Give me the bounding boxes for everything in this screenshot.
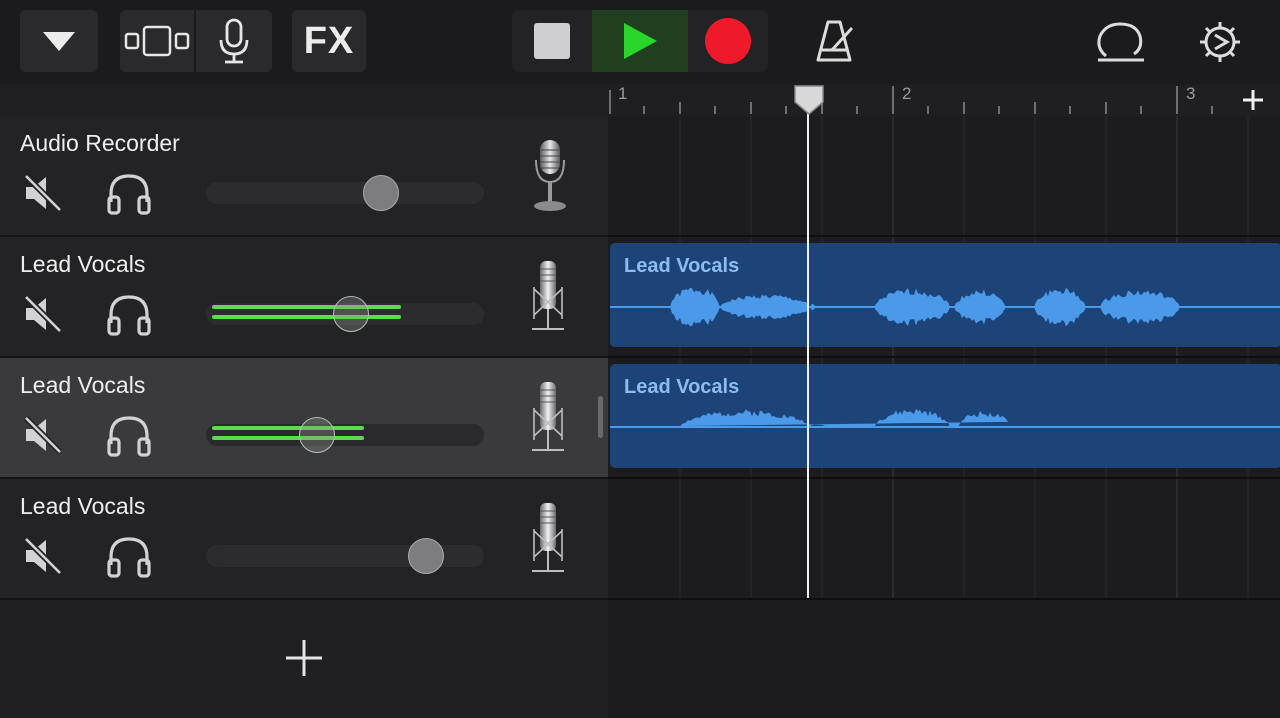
track-name: Lead Vocals — [20, 251, 146, 277]
track-instrument-icon-button[interactable] — [530, 138, 570, 219]
track-header[interactable]: Lead Vocals — [0, 479, 608, 600]
track-name: Lead Vocals — [20, 493, 146, 519]
track-lane[interactable] — [608, 479, 1280, 600]
mute-button[interactable] — [22, 293, 64, 340]
region-label: Lead Vocals — [624, 255, 740, 277]
scroll-handle[interactable] — [598, 396, 603, 438]
level-meter — [212, 436, 364, 440]
add-section-button[interactable] — [1226, 84, 1280, 116]
volume-knob[interactable] — [299, 417, 335, 453]
level-meter — [212, 305, 401, 309]
toolbar: FX — [0, 0, 1280, 84]
condenser-microphone-icon — [532, 503, 564, 572]
view-instrument-group — [120, 10, 272, 72]
audio-region[interactable]: Lead Vocals — [610, 364, 1280, 468]
track-name: Lead Vocals — [20, 372, 146, 398]
track-instrument-icon-button[interactable] — [530, 259, 566, 340]
plus-icon — [286, 640, 322, 676]
volume-slider[interactable] — [206, 538, 484, 574]
stop-icon — [534, 23, 570, 59]
tracks-area[interactable]: Lead Vocals Lead Vocals — [608, 116, 1280, 718]
mute-button[interactable] — [22, 172, 64, 219]
triangle-down-icon — [43, 32, 75, 51]
volume-slider[interactable] — [206, 296, 484, 332]
track-instrument-icon-button[interactable] — [530, 380, 566, 461]
track-header[interactable]: Audio Recorder — [0, 116, 608, 237]
record-button[interactable] — [688, 10, 768, 72]
loop-icon — [1097, 22, 1144, 62]
mute-speaker-icon — [23, 536, 63, 576]
track-header-strip — [0, 84, 608, 117]
record-icon — [705, 18, 751, 64]
mute-speaker-icon — [23, 173, 63, 213]
play-button[interactable] — [592, 10, 688, 72]
audio-region[interactable]: Lead Vocals — [610, 243, 1280, 347]
transport-controls — [512, 10, 768, 72]
solo-button[interactable] — [106, 414, 152, 463]
headphones-icon — [107, 537, 151, 578]
timeline-ruler[interactable]: 1 2 3 — [608, 84, 1280, 117]
fx-label: FX — [303, 19, 355, 62]
volume-knob[interactable] — [363, 175, 399, 211]
ruler-ticks — [609, 86, 1213, 114]
condenser-microphone-icon — [532, 382, 564, 451]
play-icon — [624, 23, 657, 59]
headphones-icon — [107, 295, 151, 336]
condenser-microphone-icon — [532, 261, 564, 330]
level-meter — [212, 426, 364, 430]
volume-knob[interactable] — [408, 538, 444, 574]
playhead-handle[interactable] — [793, 84, 825, 116]
mute-speaker-icon — [23, 294, 63, 334]
bar-number: 1 — [618, 84, 628, 103]
mute-button[interactable] — [22, 535, 64, 582]
volume-knob[interactable] — [333, 296, 369, 332]
solo-button[interactable] — [106, 535, 152, 584]
stop-button[interactable] — [512, 10, 592, 72]
bar-number: 2 — [902, 84, 912, 103]
track-headers: Audio Recorder Lead Vocals Lead Vocals Lead… — [0, 116, 608, 718]
plus-icon — [1243, 90, 1263, 110]
mute-button[interactable] — [22, 414, 64, 461]
headphones-icon — [107, 174, 151, 215]
solo-button[interactable] — [106, 293, 152, 342]
playhead[interactable] — [807, 112, 809, 598]
add-track-button[interactable] — [284, 638, 324, 683]
region-label: Lead Vocals — [624, 376, 740, 398]
fx-button[interactable]: FX — [292, 10, 366, 72]
loop-browser-button[interactable] — [1094, 20, 1146, 69]
tracks-view-icon — [124, 25, 190, 57]
track-header[interactable]: Lead Vocals — [0, 237, 608, 358]
level-meter — [212, 315, 401, 319]
browser-menu-button[interactable] — [20, 10, 98, 72]
solo-button[interactable] — [106, 172, 152, 221]
volume-slider[interactable] — [206, 175, 484, 211]
gear-icon — [1200, 22, 1240, 62]
track-name: Audio Recorder — [20, 130, 180, 156]
mute-speaker-icon — [23, 415, 63, 455]
vintage-microphone-icon — [534, 140, 566, 211]
track-lane[interactable] — [608, 116, 1280, 237]
metronome-button[interactable] — [812, 18, 860, 69]
headphones-icon — [107, 416, 151, 457]
tracks-view-button[interactable] — [120, 10, 194, 72]
bar-number: 3 — [1186, 84, 1196, 103]
microphone-icon — [219, 18, 249, 64]
track-instrument-icon-button[interactable] — [530, 501, 566, 582]
settings-button[interactable] — [1196, 18, 1244, 71]
track-header[interactable]: Lead Vocals — [0, 358, 608, 479]
instrument-button[interactable] — [196, 10, 272, 72]
metronome-icon — [816, 20, 854, 62]
volume-slider[interactable] — [206, 417, 484, 453]
